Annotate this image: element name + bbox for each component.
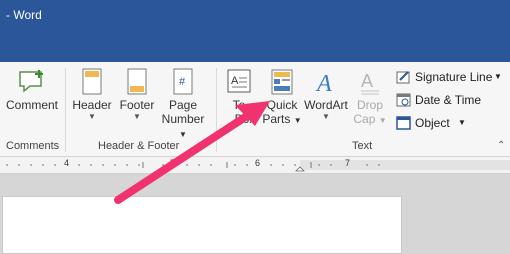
annotation-arrow — [114, 101, 270, 204]
